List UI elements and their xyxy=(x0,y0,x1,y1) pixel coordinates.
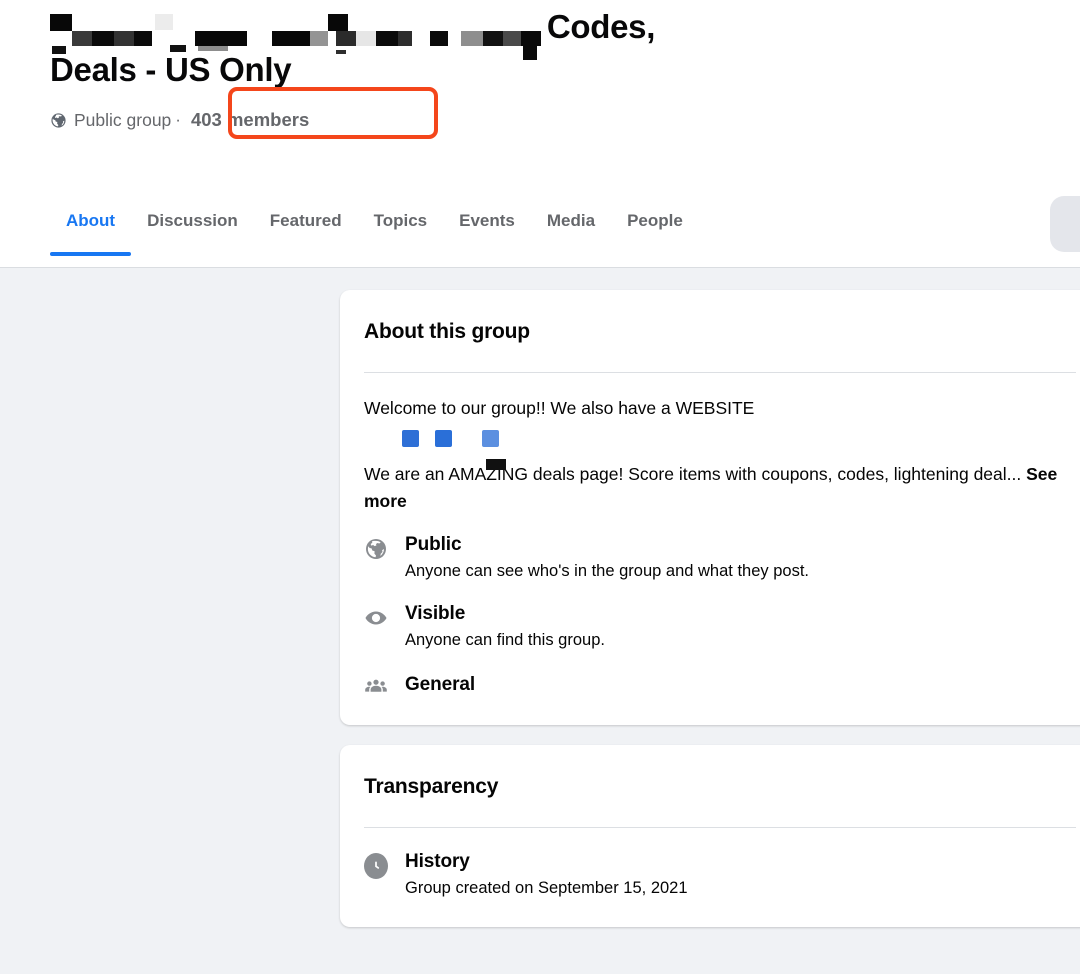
transparency-card-title: Transparency xyxy=(364,775,499,798)
tab-label: Media xyxy=(546,211,596,230)
info-body: Public Anyone can see who's in the group… xyxy=(405,533,1076,584)
main-column: About this group Welcome to our group!! … xyxy=(340,290,1080,974)
group-members-count[interactable]: 403 members xyxy=(191,109,309,131)
card-divider xyxy=(364,372,1076,373)
globe-icon xyxy=(364,537,388,561)
info-body: History Group created on September 15, 2… xyxy=(405,850,1076,901)
group-privacy-label[interactable]: Public group xyxy=(74,110,171,131)
info-item-visible: Visible Anyone can find this group. xyxy=(364,602,1076,653)
info-body: General xyxy=(405,673,1076,697)
info-item-general: General xyxy=(364,673,1076,699)
tab-people[interactable]: People xyxy=(611,186,699,256)
redacted-title-text-2 xyxy=(460,12,545,61)
page-content: About this group Welcome to our group!! … xyxy=(0,268,1080,974)
group-header: Codes, Deals - US Only Public group · 40… xyxy=(0,0,1080,268)
tab-label: People xyxy=(627,211,683,230)
tab-label: About xyxy=(66,211,116,230)
info-body: Visible Anyone can find this group. xyxy=(405,602,1076,653)
transparency-info-list: History Group created on September 15, 2… xyxy=(364,850,1076,927)
group-meta-row: Public group · 403 members xyxy=(50,87,1080,139)
tab-about[interactable]: About xyxy=(50,186,132,256)
more-horizontal-icon[interactable] xyxy=(1050,196,1080,252)
group-description-paragraph-1: Welcome to our group!! We also have a WE… xyxy=(364,398,755,418)
tab-events[interactable]: Events xyxy=(443,186,531,256)
info-description: Group created on September 15, 2021 xyxy=(405,879,688,897)
description-emoji-row xyxy=(402,430,1076,447)
about-this-group-card: About this group Welcome to our group!! … xyxy=(340,290,1080,725)
tab-featured[interactable]: Featured xyxy=(254,186,358,256)
group-title-line-1: Codes, xyxy=(50,5,690,61)
tab-topics[interactable]: Topics xyxy=(358,186,444,256)
tab-label: Featured xyxy=(269,211,342,230)
globe-icon xyxy=(50,112,67,129)
info-description: Anyone can see who's in the group and wh… xyxy=(405,562,810,580)
group-tabs-bar: About Discussion Featured Topics Events … xyxy=(0,186,1080,268)
info-heading: Visible xyxy=(405,603,466,624)
info-heading: Public xyxy=(405,534,462,555)
info-item-history: History Group created on September 15, 2… xyxy=(364,850,1076,901)
redaction-mark xyxy=(198,46,228,51)
tab-media[interactable]: Media xyxy=(531,186,611,256)
tab-label: Events xyxy=(459,211,515,230)
redacted-emoji xyxy=(482,430,499,447)
meta-separator: · xyxy=(175,110,181,129)
info-item-public: Public Anyone can see who's in the group… xyxy=(364,533,1076,584)
transparency-card: Transparency History Group created on Se… xyxy=(340,745,1080,927)
tab-label: Topics xyxy=(373,211,428,230)
group-about-page: Codes, Deals - US Only Public group · 40… xyxy=(0,0,1080,974)
people-icon xyxy=(364,675,388,699)
card-divider xyxy=(364,827,1076,828)
description-text: We are an AMAZING deals page! Score item… xyxy=(364,464,1022,484)
redaction-mark xyxy=(52,46,66,54)
info-heading: General xyxy=(405,674,476,695)
tab-label: Discussion xyxy=(147,211,238,230)
group-info-list: Public Anyone can see who's in the group… xyxy=(364,533,1076,725)
redacted-emoji xyxy=(435,430,452,447)
redaction-mark xyxy=(170,45,186,52)
clock-icon-circle xyxy=(364,853,388,879)
group-title-text-visible: Codes, xyxy=(546,8,656,45)
tab-discussion[interactable]: Discussion xyxy=(131,186,254,256)
group-tabs: About Discussion Featured Topics Events … xyxy=(50,186,1080,256)
group-title: Codes, Deals - US Only xyxy=(50,0,690,91)
group-title-text-visible-2: Deals - US Only xyxy=(50,51,292,88)
left-column-spacer xyxy=(0,268,340,974)
redacted-title-text xyxy=(50,12,450,55)
group-description-paragraph-2: We are an AMAZING deals page! Score item… xyxy=(364,459,1076,515)
about-card-title: About this group xyxy=(364,320,530,343)
info-description: Anyone can find this group. xyxy=(405,631,605,649)
group-title-line-2: Deals - US Only xyxy=(50,45,690,91)
redaction-mark xyxy=(486,459,506,470)
info-heading: History xyxy=(405,851,470,872)
eye-icon xyxy=(364,606,388,630)
redacted-emoji xyxy=(402,430,419,447)
clock-icon xyxy=(364,853,388,879)
